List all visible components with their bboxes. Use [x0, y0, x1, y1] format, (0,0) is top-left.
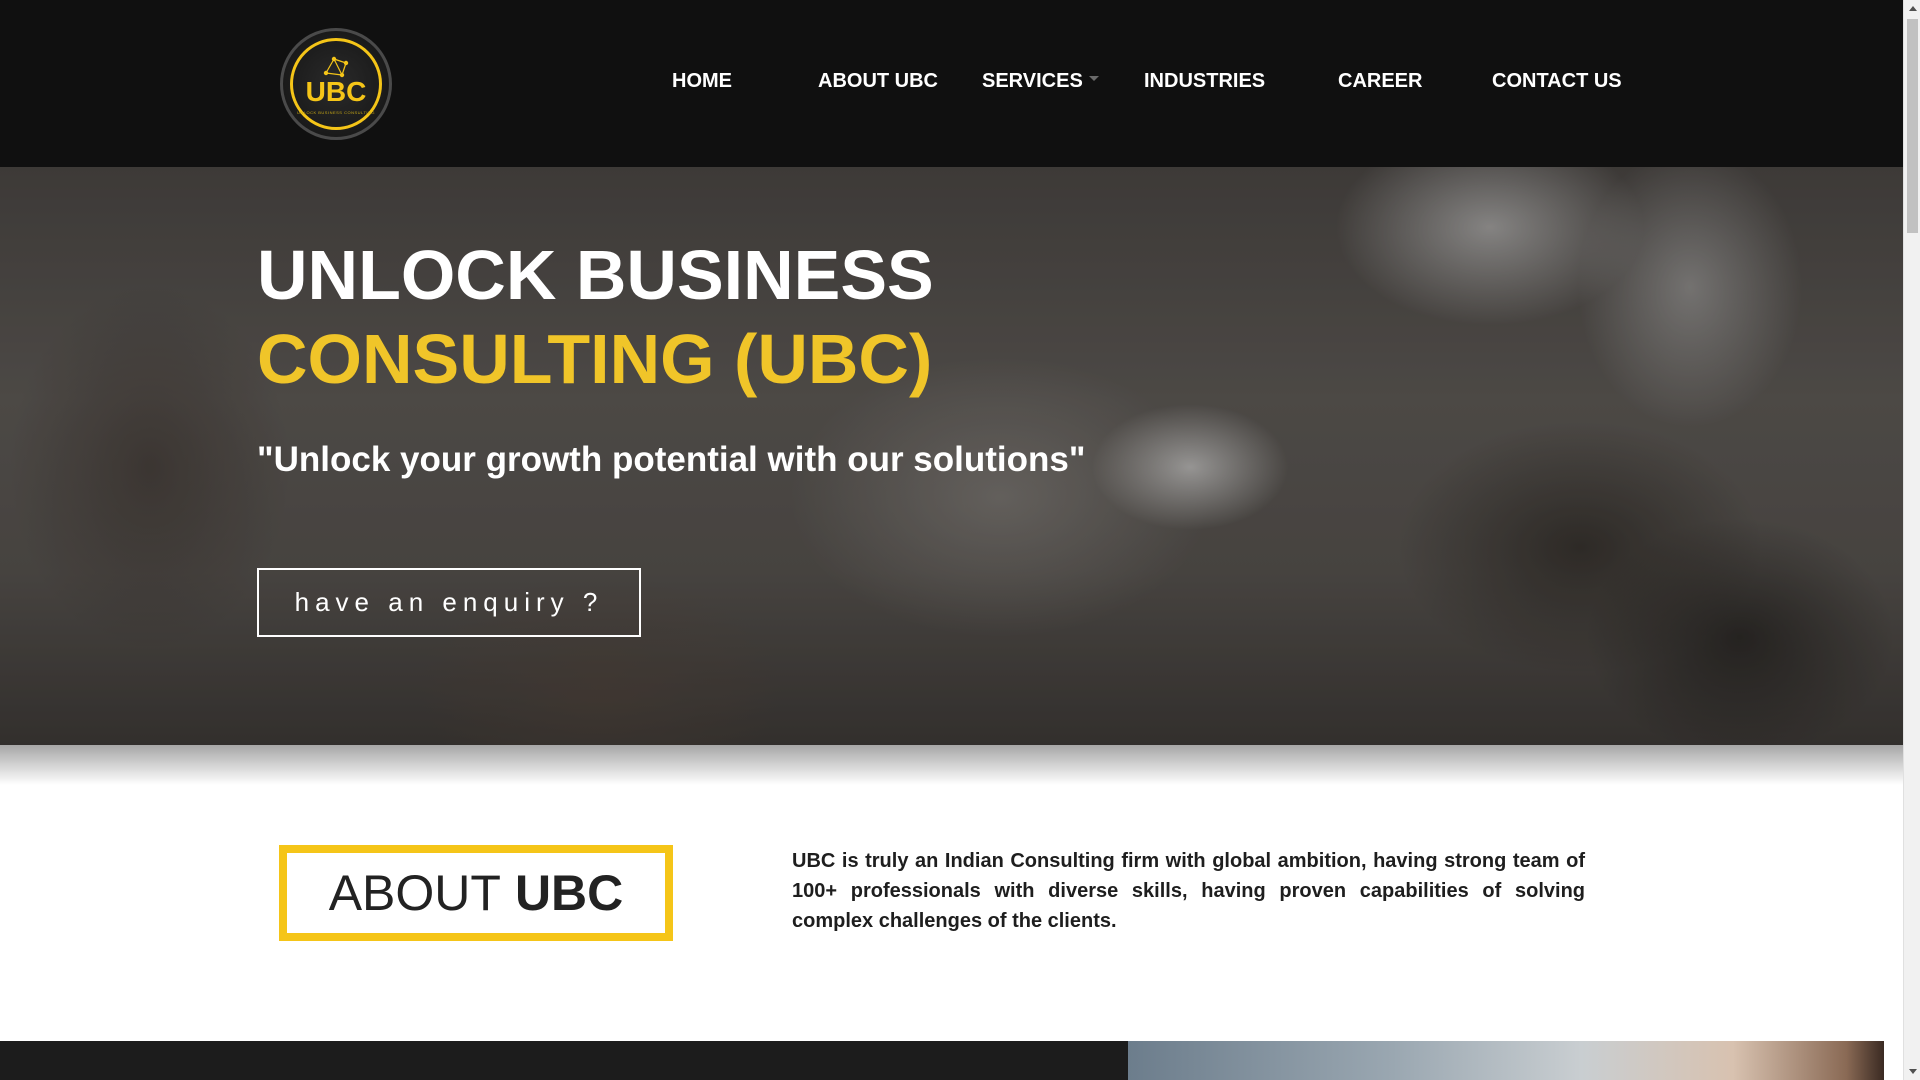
scroll-up-arrow-icon[interactable] — [1904, 0, 1920, 17]
nav-label: CAREER — [1338, 70, 1423, 92]
scrollbar-thumb[interactable] — [1907, 19, 1918, 233]
nav-industries[interactable]: INDUSTRIES — [1144, 70, 1265, 93]
about-heading: ABOUT UBC — [329, 864, 624, 922]
main-nav: HOME ABOUT UBC SERVICES INDUSTRIES CAREE… — [0, 70, 1903, 96]
next-section-dark-panel — [0, 1041, 1128, 1080]
nav-label: INDUSTRIES — [1144, 70, 1266, 92]
hero-tagline: "Unlock your growth potential with our s… — [257, 440, 1086, 479]
page: UBC UNLOCK BUSINESS CONSULTING HOME ABOU… — [0, 0, 1903, 1080]
nav-services[interactable]: SERVICES — [982, 70, 1099, 93]
nav-contact-us[interactable]: CONTACT US — [1492, 70, 1622, 93]
nav-label: HOME — [672, 70, 732, 92]
hero-title-line2: CONSULTING (UBC) — [257, 320, 933, 398]
next-section-photo — [1128, 1041, 1884, 1080]
hero-title-line1: UNLOCK BUSINESS — [257, 236, 934, 314]
nav-career[interactable]: CAREER — [1338, 70, 1422, 93]
caret-down-icon — [1088, 76, 1099, 82]
vertical-scrollbar[interactable] — [1903, 0, 1920, 1080]
scroll-down-arrow-icon[interactable] — [1904, 1063, 1920, 1080]
nav-home[interactable]: HOME — [672, 70, 732, 93]
nav-label: SERVICES — [982, 70, 1083, 92]
about-description: UBC is truly an Indian Consulting firm w… — [792, 850, 1585, 932]
site-header: UBC UNLOCK BUSINESS CONSULTING HOME ABOU… — [0, 0, 1903, 167]
about-heading-bold: UBC — [514, 865, 624, 921]
nav-about-ubc[interactable]: ABOUT UBC — [818, 70, 938, 93]
enquiry-button[interactable]: have an enquiry ? — [257, 568, 641, 637]
nav-label: CONTACT US — [1492, 70, 1622, 92]
hero-banner: UNLOCK BUSINESS CONSULTING (UBC) "Unlock… — [0, 167, 1903, 745]
about-heading-box: ABOUT UBC — [279, 845, 673, 941]
logo-tagline: UNLOCK BUSINESS CONSULTING — [296, 109, 376, 115]
about-heading-light: ABOUT — [328, 865, 501, 921]
nav-label: ABOUT UBC — [818, 70, 938, 92]
hero-shadow — [0, 745, 1903, 785]
